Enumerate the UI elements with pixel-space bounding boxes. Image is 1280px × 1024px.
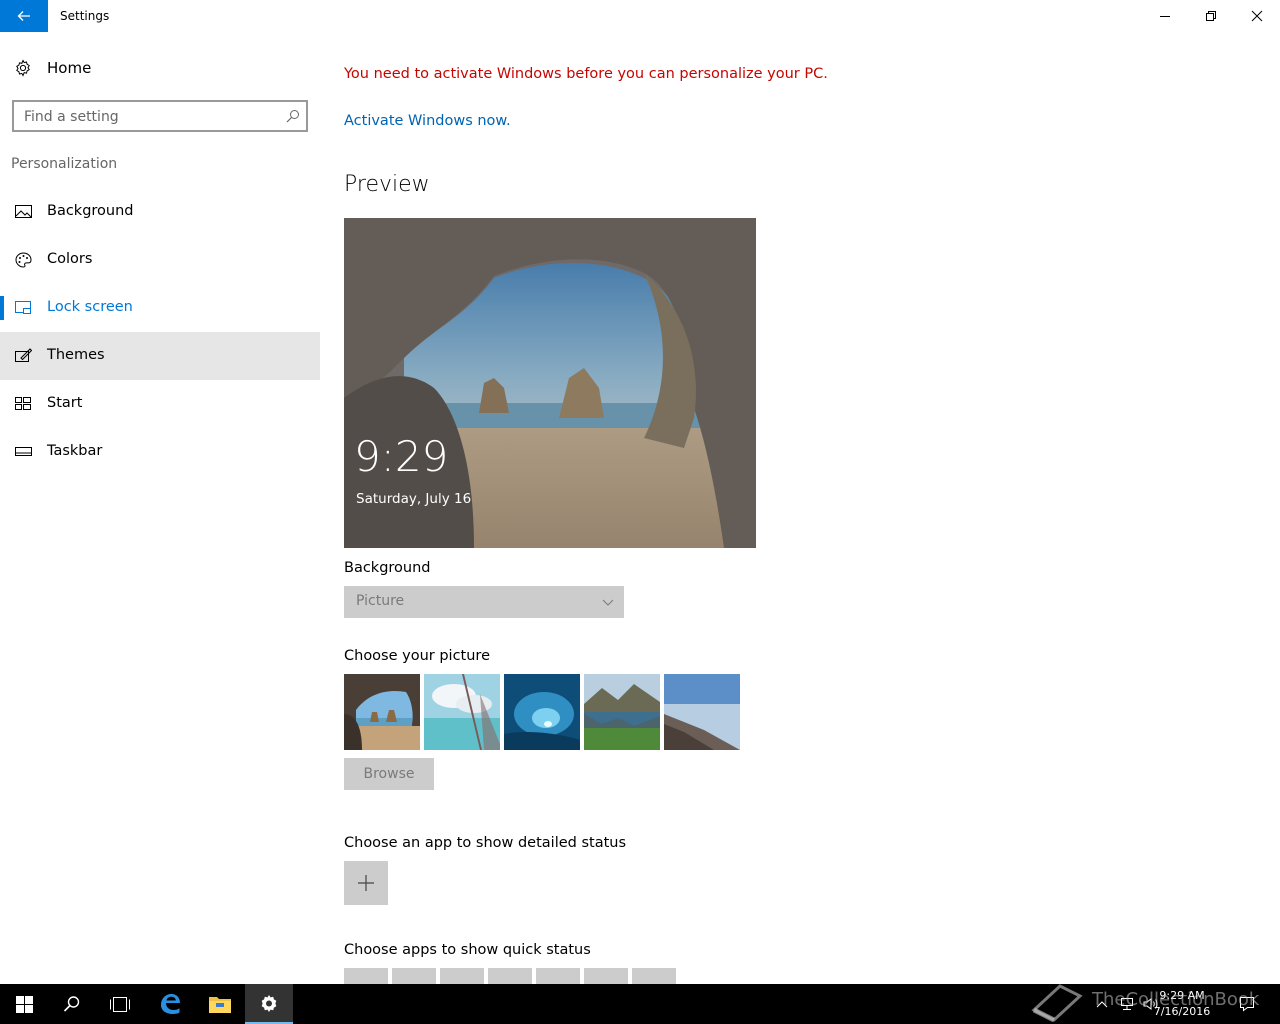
restore-icon xyxy=(1206,11,1216,21)
sidebar-item-label: Taskbar xyxy=(47,443,103,459)
sidebar-item-background[interactable]: Background xyxy=(0,188,320,236)
action-center-icon xyxy=(1240,997,1254,1012)
quick-status-slot[interactable] xyxy=(344,968,388,984)
task-view-icon xyxy=(110,996,130,1012)
taskbar-search-button[interactable] xyxy=(48,984,96,1024)
sidebar-item-label: Start xyxy=(47,395,83,411)
thumbnail-image xyxy=(424,674,500,750)
quick-status-slot[interactable] xyxy=(536,968,580,984)
start-button[interactable] xyxy=(0,984,48,1024)
chevron-up-icon xyxy=(1096,1001,1108,1008)
taskbar-clock[interactable]: 9:29 AM 7/16/2016 xyxy=(1142,988,1222,1020)
taskbar: 9:29 AM 7/16/2016 xyxy=(0,984,1280,1024)
search-input[interactable] xyxy=(24,107,274,127)
choose-picture-label: Choose your picture xyxy=(344,648,490,664)
windows-start-icon xyxy=(15,995,33,1013)
taskbar-icon xyxy=(15,447,32,456)
search-icon[interactable] xyxy=(286,109,300,123)
activate-windows-link[interactable]: Activate Windows now. xyxy=(344,113,511,129)
clock-time: 9:29 AM xyxy=(1159,989,1205,1002)
main-content: You need to activate Windows before you … xyxy=(320,32,1280,984)
action-center-button[interactable] xyxy=(1234,984,1260,1024)
preview-time: 9:29 xyxy=(354,432,449,481)
home-nav-item[interactable]: Home xyxy=(0,50,320,88)
detailed-status-label: Choose an app to show detailed status xyxy=(344,835,627,851)
preview-heading: Preview xyxy=(344,172,430,197)
preview-date: Saturday, July 16 xyxy=(356,491,472,507)
quick-status-slot[interactable] xyxy=(488,968,532,984)
thumbnail-clouds-water[interactable] xyxy=(424,674,500,750)
quick-status-slot[interactable] xyxy=(440,968,484,984)
home-label: Home xyxy=(47,59,92,77)
sidebar-item-label: Themes xyxy=(47,347,105,363)
thumbnail-salt-flats[interactable] xyxy=(664,674,740,750)
edge-browser-button[interactable] xyxy=(146,984,194,1024)
plus-icon xyxy=(358,875,374,891)
file-explorer-icon xyxy=(209,997,231,1013)
browse-button[interactable]: Browse xyxy=(344,758,434,790)
quick-status-slot[interactable] xyxy=(584,968,628,984)
thumbnail-image xyxy=(584,674,660,750)
quick-status-slot[interactable] xyxy=(632,968,676,984)
network-tray-button[interactable] xyxy=(1116,984,1138,1024)
sidebar-item-lock-screen[interactable]: Lock screen xyxy=(0,284,320,332)
sidebar: Home Personalization Background Colors L… xyxy=(0,32,320,984)
file-explorer-button[interactable] xyxy=(196,984,244,1024)
background-dropdown[interactable]: Picture xyxy=(344,586,624,618)
thumbnail-image xyxy=(344,674,420,750)
search-icon xyxy=(63,996,80,1012)
start-icon xyxy=(15,397,31,410)
activation-warning: You need to activate Windows before you … xyxy=(344,66,828,82)
thumbnail-mountain-lake[interactable] xyxy=(584,674,660,750)
palette-icon xyxy=(15,252,32,268)
search-box[interactable] xyxy=(12,100,308,132)
sidebar-item-taskbar[interactable]: Taskbar xyxy=(0,428,320,476)
minimize-button[interactable] xyxy=(1142,0,1188,32)
close-button[interactable] xyxy=(1234,0,1280,32)
close-icon xyxy=(1251,10,1263,22)
show-hidden-icons-button[interactable] xyxy=(1092,984,1112,1024)
thumbnail-image xyxy=(504,674,580,750)
background-label: Background xyxy=(344,560,431,576)
thumbnail-image xyxy=(664,674,740,750)
sidebar-item-label: Lock screen xyxy=(47,299,133,315)
gear-icon xyxy=(16,59,30,77)
thumbnail-ice-cave[interactable] xyxy=(504,674,580,750)
background-dropdown-value: Picture xyxy=(356,593,405,609)
thumbnail-cave-beach[interactable] xyxy=(344,674,420,750)
sidebar-item-colors[interactable]: Colors xyxy=(0,236,320,284)
sidebar-item-themes[interactable]: Themes xyxy=(0,332,320,380)
lock-screen-icon xyxy=(15,301,31,314)
quick-status-slot[interactable] xyxy=(392,968,436,984)
arrow-left-icon xyxy=(17,11,30,21)
title-bar: Settings xyxy=(0,0,1280,32)
add-detailed-status-app-button[interactable] xyxy=(344,861,388,905)
themes-icon xyxy=(15,348,32,362)
sidebar-item-start[interactable]: Start xyxy=(0,380,320,428)
edge-icon xyxy=(161,994,180,1014)
window-title: Settings xyxy=(60,9,110,23)
quick-status-label: Choose apps to show quick status xyxy=(344,942,591,958)
restore-button[interactable] xyxy=(1188,0,1234,32)
picture-icon xyxy=(15,205,32,218)
network-icon xyxy=(1121,998,1133,1010)
minimize-icon xyxy=(1160,16,1170,17)
settings-taskbar-button[interactable] xyxy=(245,984,293,1024)
sidebar-item-label: Colors xyxy=(47,251,93,267)
chevron-down-icon xyxy=(602,599,614,606)
back-button[interactable] xyxy=(0,0,48,32)
task-view-button[interactable] xyxy=(96,984,144,1024)
lock-screen-preview: 9:29 Saturday, July 16 xyxy=(344,218,756,548)
sidebar-item-label: Background xyxy=(47,203,134,219)
settings-icon xyxy=(261,995,277,1012)
section-title: Personalization xyxy=(11,156,118,172)
clock-date: 7/16/2016 xyxy=(1153,1005,1211,1018)
